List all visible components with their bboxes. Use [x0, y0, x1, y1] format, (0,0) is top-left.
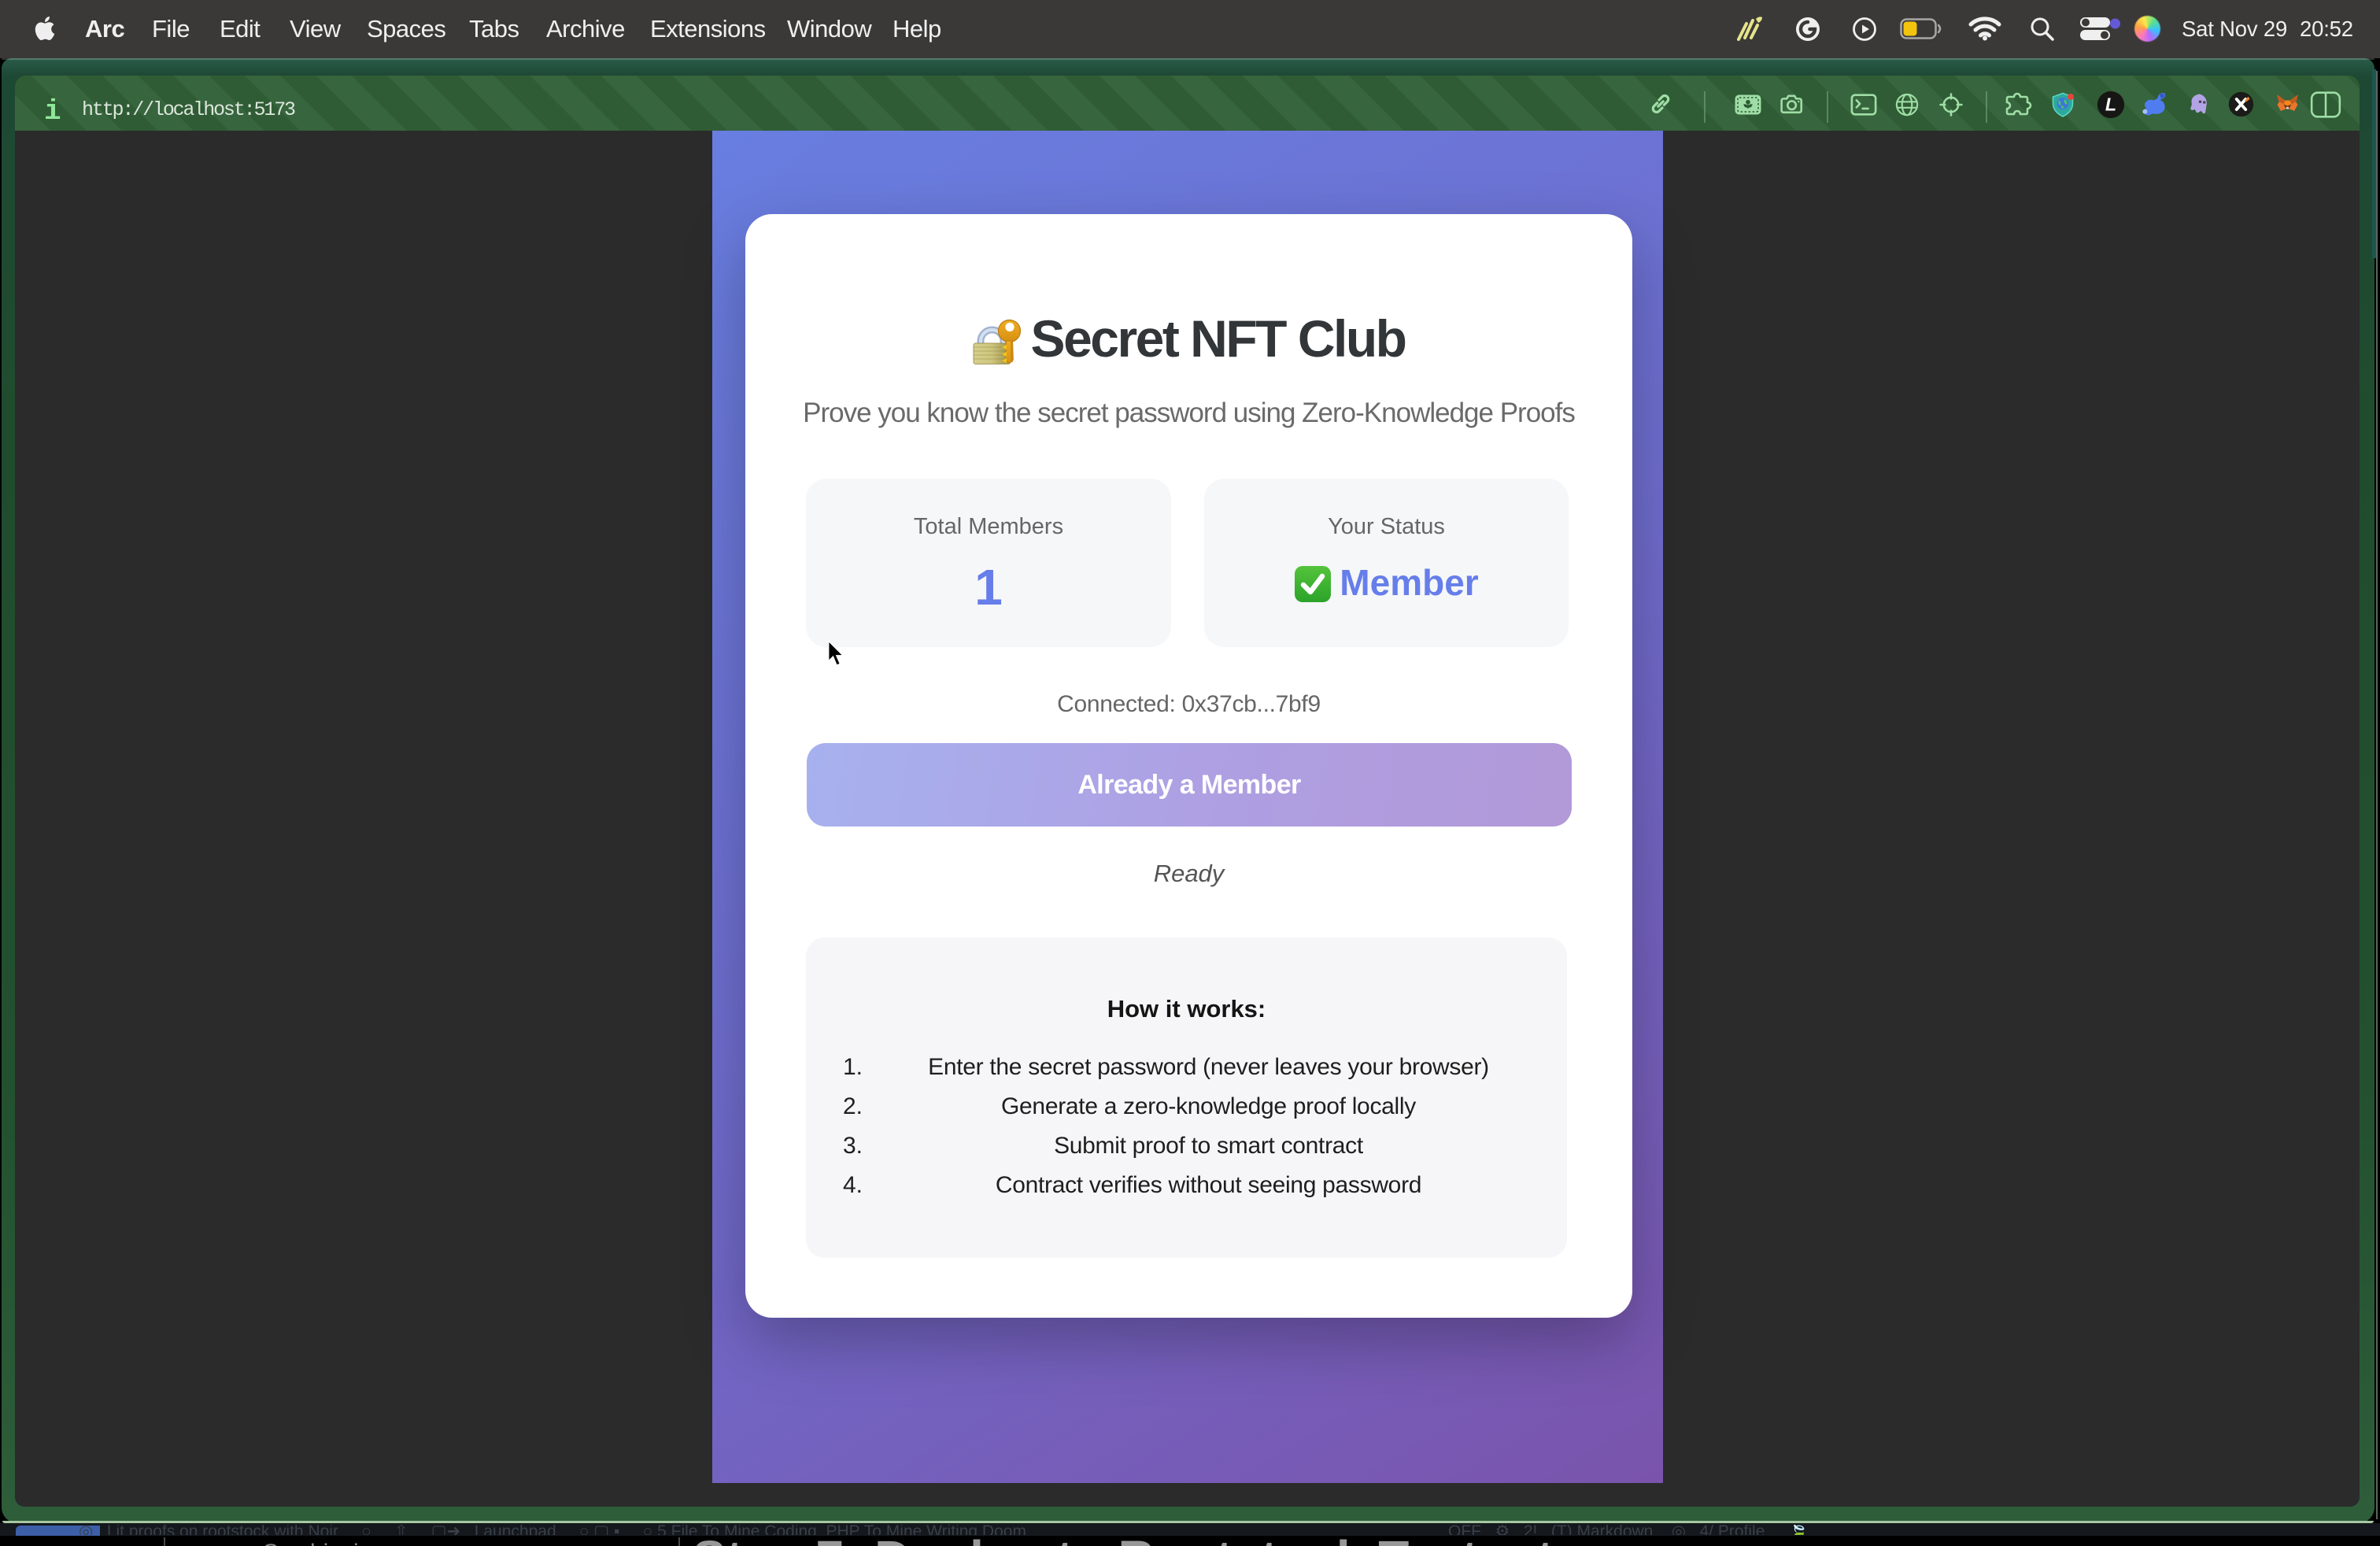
svg-text:L: L	[2105, 94, 2116, 115]
